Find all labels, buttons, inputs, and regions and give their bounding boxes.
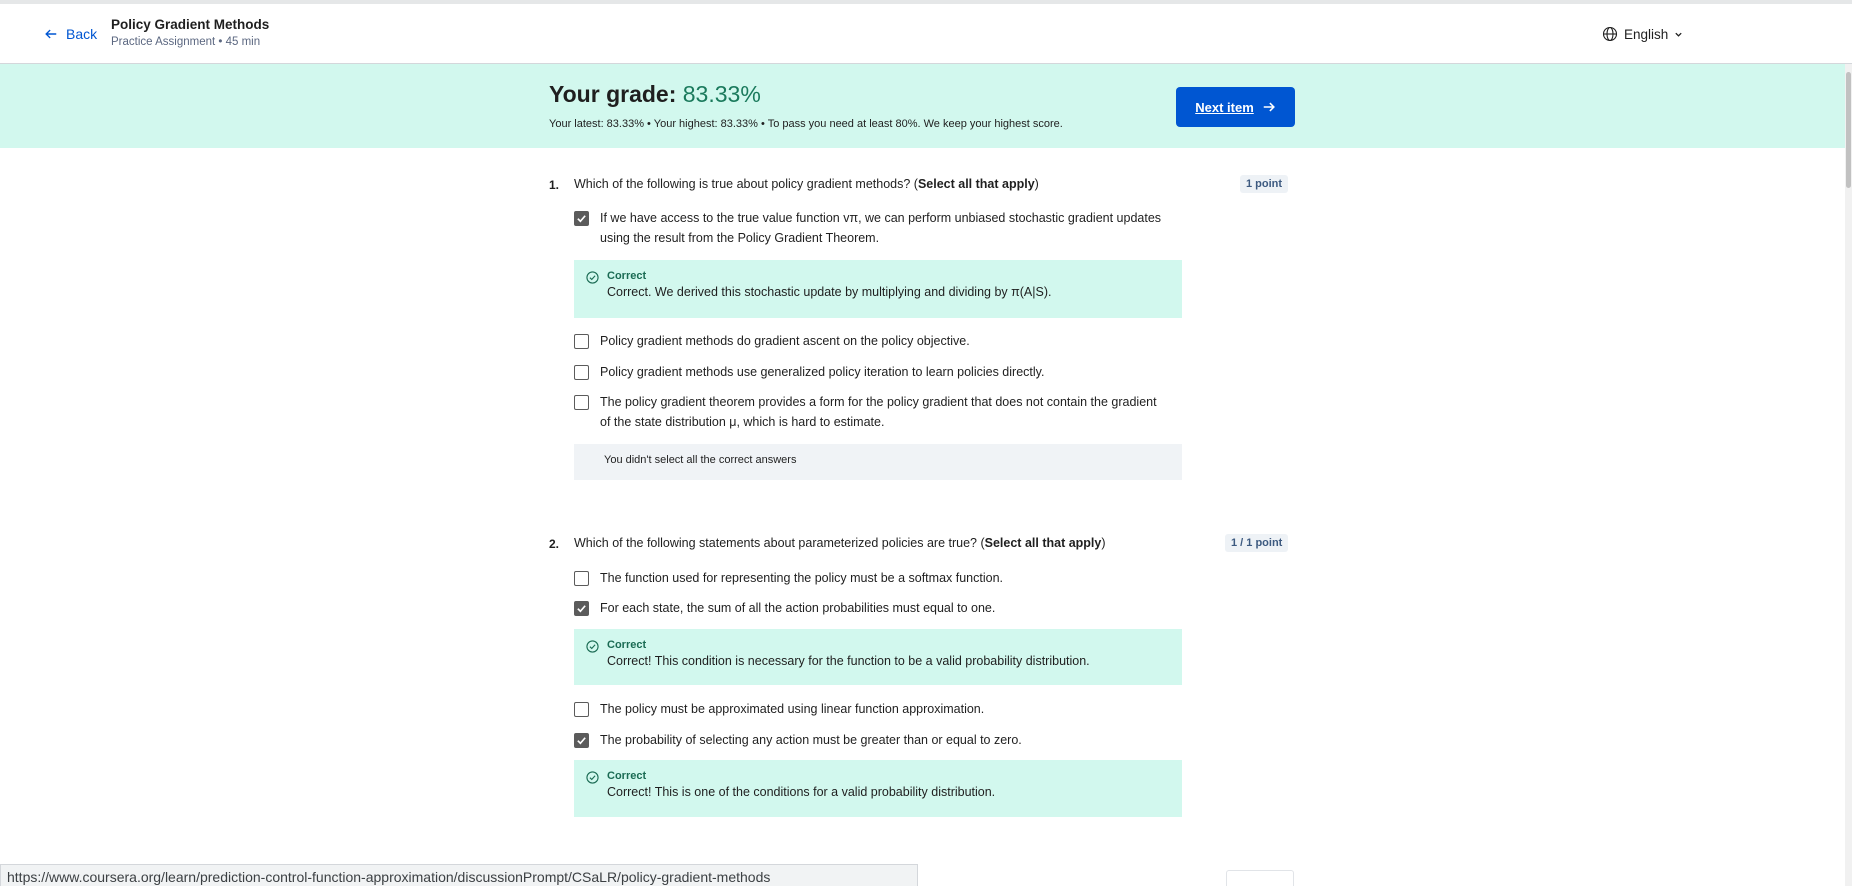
language-label: English — [1624, 26, 1669, 42]
grade-heading: Your grade: 83.33% — [549, 81, 761, 108]
partial-answer-note: You didn't select all the correct answer… — [574, 444, 1182, 480]
check-circle-icon — [586, 771, 599, 784]
option-text: For each state, the sum of all the actio… — [600, 601, 996, 615]
arrow-left-icon — [45, 29, 57, 39]
check-icon — [577, 215, 586, 223]
grade-summary: Your latest: 83.33% • Your highest: 83.3… — [549, 118, 1063, 130]
check-circle-icon — [586, 640, 599, 653]
option-text: Policy gradient methods use generalized … — [600, 365, 1045, 379]
answer-option[interactable]: If we have access to the true value func… — [574, 210, 1164, 248]
feedback-title: Correct — [607, 770, 647, 782]
question-text: Which of the following statements about … — [574, 536, 1106, 550]
next-item-label: Next item — [1195, 99, 1254, 115]
arrow-right-icon — [1263, 102, 1275, 112]
question-text-bold: Select all that apply — [917, 177, 1035, 191]
language-selector[interactable]: English — [1602, 26, 1683, 42]
option-text: The policy must be approximated using li… — [600, 702, 985, 716]
answer-option[interactable]: Policy gradient methods use generalized … — [574, 364, 1164, 382]
option-text: Policy gradient methods do gradient asce… — [600, 334, 970, 348]
checkbox-checked[interactable] — [574, 733, 589, 748]
feedback-correct: Correct Correct! This is one of the cond… — [574, 760, 1182, 817]
feedback-text: Correct! This is one of the conditions f… — [607, 785, 996, 799]
answer-option[interactable]: The function used for representing the p… — [574, 570, 1164, 588]
points-badge: 1 point — [1240, 175, 1289, 193]
question-text-prefix: Which of the following statements about … — [574, 536, 985, 550]
scrollbar-thumb[interactable] — [1846, 72, 1851, 188]
checkbox-checked[interactable] — [574, 601, 589, 616]
points-badge: 1 / 1 point — [1225, 534, 1289, 552]
next-question-points-peek — [1226, 870, 1294, 886]
answer-option[interactable]: The policy gradient theorem provides a f… — [574, 394, 1164, 432]
assignment-subtitle: Practice Assignment • 45 min — [111, 36, 261, 48]
assignment-title: Policy Gradient Methods — [111, 17, 270, 32]
next-item-button[interactable]: Next item — [1176, 87, 1295, 127]
feedback-correct: Correct Correct! This condition is neces… — [574, 629, 1182, 685]
check-circle-icon — [586, 271, 599, 284]
top-header: Back Policy Gradient Methods Practice As… — [0, 0, 1852, 64]
option-text: The probability of selecting any action … — [600, 733, 1022, 747]
grade-banner: Your grade: 83.33% Your latest: 83.33% •… — [0, 64, 1845, 148]
grade-label: Your grade: — [549, 81, 683, 107]
option-text: The policy gradient theorem provides a f… — [600, 395, 1157, 429]
question-text-suffix: ) — [1034, 177, 1039, 191]
answer-option[interactable]: Policy gradient methods do gradient asce… — [574, 333, 1164, 351]
question-number: 1. — [549, 178, 560, 192]
checkbox-unchecked[interactable] — [574, 702, 589, 717]
status-url-bar: https://www.coursera.org/learn/predictio… — [0, 864, 918, 886]
option-text: If we have access to the true value func… — [600, 211, 1162, 245]
feedback-title: Correct — [607, 270, 647, 282]
answer-option[interactable]: The probability of selecting any action … — [574, 732, 1164, 750]
checkbox-unchecked[interactable] — [574, 334, 589, 349]
feedback-text: Correct. We derived this stochastic upda… — [607, 285, 1052, 299]
option-text: The function used for representing the p… — [600, 571, 1003, 585]
checkbox-checked[interactable] — [574, 211, 589, 226]
feedback-text: Correct! This condition is necessary for… — [607, 654, 1090, 668]
globe-icon — [1602, 26, 1618, 42]
check-icon — [577, 737, 586, 745]
question-text-prefix: Which of the following is true about pol… — [574, 177, 918, 191]
assignment-title-block: Policy Gradient Methods Practice Assignm… — [111, 17, 269, 48]
answer-option[interactable]: For each state, the sum of all the actio… — [574, 600, 1164, 618]
chevron-down-icon — [1675, 32, 1682, 37]
feedback-title: Correct — [607, 639, 647, 651]
feedback-correct: Correct Correct. We derived this stochas… — [574, 260, 1182, 318]
back-link[interactable]: Back — [44, 26, 97, 42]
question-text-suffix: ) — [1101, 536, 1106, 550]
page-scrollbar[interactable] — [1845, 64, 1852, 886]
checkbox-unchecked[interactable] — [574, 395, 589, 410]
question-text-bold: Select all that apply — [984, 536, 1102, 550]
question-text: Which of the following is true about pol… — [574, 177, 1039, 191]
checkbox-unchecked[interactable] — [574, 365, 589, 380]
back-label: Back — [66, 26, 98, 42]
check-icon — [577, 605, 586, 613]
checkbox-unchecked[interactable] — [574, 571, 589, 586]
question-number: 2. — [549, 537, 560, 551]
grade-value: 83.33% — [682, 81, 761, 107]
answer-option[interactable]: The policy must be approximated using li… — [574, 701, 1164, 719]
